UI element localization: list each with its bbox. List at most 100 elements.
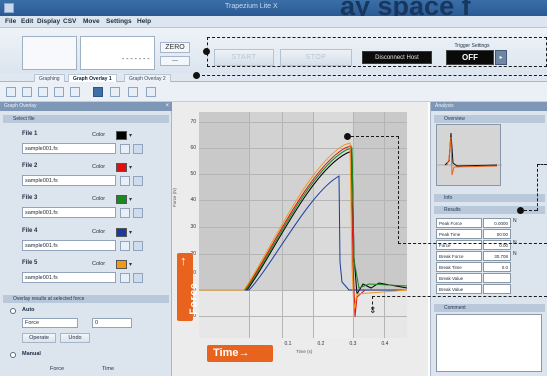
chevron-down-icon[interactable]: ▾: [129, 196, 132, 203]
x-tick-label: 0.2: [317, 341, 325, 347]
zoom-in-icon[interactable]: [22, 87, 32, 97]
y-tick-label: 60: [190, 145, 196, 151]
clear-icon[interactable]: [133, 176, 143, 186]
callout-line-break: [372, 296, 373, 310]
force-column-label: Force: [50, 366, 65, 372]
x-tick-label: 0.1: [284, 341, 292, 347]
force-axis-badge: ↑ Force: [177, 253, 200, 321]
file-path-field[interactable]: sample001.fs: [22, 272, 116, 283]
window-title: Trapezium Lite X: [225, 3, 278, 10]
secondary-readout-button[interactable]: ---: [160, 56, 190, 66]
comment-section-header[interactable]: Comment: [434, 304, 545, 312]
menu-edit[interactable]: Edit: [21, 18, 33, 25]
series-line: [199, 150, 407, 296]
color-swatch[interactable]: [116, 228, 127, 237]
browse-icon[interactable]: [120, 208, 130, 218]
tab-graph-overlay-1[interactable]: Graph Overlay 1: [68, 74, 117, 82]
callout-line-peak: [398, 136, 399, 244]
menu-move[interactable]: Move: [83, 18, 100, 25]
manual-radio[interactable]: [10, 352, 16, 358]
result-row: Break Value: [436, 273, 518, 283]
print-icon[interactable]: [110, 87, 120, 97]
pan-icon[interactable]: [54, 87, 64, 97]
cursor-tool-icon[interactable]: [6, 87, 16, 97]
sync-type-select[interactable]: Force: [22, 318, 78, 328]
callout-line-peak: [398, 243, 547, 244]
clear-icon[interactable]: [133, 144, 143, 154]
browse-icon[interactable]: [120, 241, 130, 251]
color-label: Color: [92, 261, 106, 267]
color-swatch[interactable]: [116, 131, 127, 140]
color-label: Color: [92, 229, 106, 235]
browse-icon[interactable]: [120, 144, 130, 154]
overview-section-header[interactable]: Overview: [434, 115, 545, 123]
file-label: File 3: [22, 195, 38, 201]
file-path-field[interactable]: sample001.fs: [22, 143, 116, 154]
callout-box-controls: [207, 37, 547, 67]
menu-display[interactable]: Display: [37, 18, 60, 25]
series-line: [199, 147, 407, 291]
zoom-out-icon[interactable]: [38, 87, 48, 97]
tab-graphing[interactable]: Graphing: [34, 74, 65, 82]
callout-line-results: [537, 164, 538, 211]
chevron-down-icon[interactable]: ▾: [129, 164, 132, 171]
app-icon: [4, 3, 14, 13]
fit-icon[interactable]: [70, 87, 80, 97]
copy-icon[interactable]: [128, 87, 138, 97]
color-label: Color: [92, 164, 106, 170]
callout-line-results: [537, 164, 547, 165]
info-section-header[interactable]: Info: [434, 194, 545, 202]
clear-icon[interactable]: [133, 208, 143, 218]
zero-button[interactable]: ZERO: [160, 42, 190, 53]
chevron-down-icon[interactable]: ▾: [129, 261, 132, 268]
results-table: Peak Force 0.0000 N Peak Time 00:00 Forc…: [436, 218, 518, 295]
callout-line-peak: [351, 136, 399, 137]
operate-button[interactable]: Operate: [22, 333, 56, 343]
unit-panel: [22, 36, 77, 70]
manual-label: Manual: [22, 351, 41, 357]
analysis-panel-header: Analysis: [431, 102, 547, 111]
x-tick-label: 0.3: [349, 341, 357, 347]
overlay-panel-header: Graph Overlay ×: [0, 102, 172, 111]
color-swatch[interactable]: [116, 260, 127, 269]
browse-icon[interactable]: [120, 176, 130, 186]
select-file-section-header[interactable]: Select file: [3, 115, 169, 123]
overview-curve: [437, 132, 502, 176]
comment-textarea[interactable]: [436, 314, 542, 372]
menu-help[interactable]: Help: [137, 18, 151, 25]
overview-thumbnail[interactable]: [436, 124, 502, 186]
auto-radio[interactable]: [10, 308, 16, 314]
sync-value-input[interactable]: 0: [92, 318, 132, 328]
menu-file[interactable]: File: [5, 18, 16, 25]
close-icon[interactable]: ×: [165, 102, 169, 111]
menu-csv[interactable]: CSV: [63, 18, 76, 25]
callout-dot: [344, 133, 351, 140]
export-icon[interactable]: [146, 87, 156, 97]
x-axis-label: Time (s): [296, 349, 313, 354]
file-label: File 1: [22, 131, 38, 137]
chevron-down-icon[interactable]: ▾: [129, 132, 132, 139]
result-row: Peak Time 00:00: [436, 229, 518, 239]
file-path-field[interactable]: sample001.fs: [22, 240, 116, 251]
undo-button[interactable]: Undo: [60, 333, 90, 343]
chevron-down-icon[interactable]: ▾: [129, 229, 132, 236]
clear-icon[interactable]: [133, 273, 143, 283]
browse-icon[interactable]: [120, 273, 130, 283]
color-swatch[interactable]: [116, 163, 127, 172]
file-path-field[interactable]: sample001.fs: [22, 175, 116, 186]
y-tick-label: 50: [190, 171, 196, 177]
y-axis-label: Force (N): [172, 188, 177, 207]
overlay-sync-section-header[interactable]: Overlay results at selected force: [3, 295, 169, 303]
overlay-mode-icon[interactable]: [93, 87, 103, 97]
clear-icon[interactable]: [133, 241, 143, 251]
force-readout: -------: [121, 55, 151, 63]
menu-settings[interactable]: Settings: [106, 18, 132, 25]
tab-graph-overlay-2[interactable]: Graph Overlay 2: [124, 74, 171, 82]
color-swatch[interactable]: [116, 195, 127, 204]
menu-bar: File Edit Display CSV Move Settings Help: [0, 16, 547, 28]
file-path-field[interactable]: sample001.fs: [22, 207, 116, 218]
callout-line-tabs: [197, 75, 547, 76]
callout-dot: [517, 207, 524, 214]
file-label: File 2: [22, 163, 38, 169]
color-label: Color: [92, 196, 106, 202]
